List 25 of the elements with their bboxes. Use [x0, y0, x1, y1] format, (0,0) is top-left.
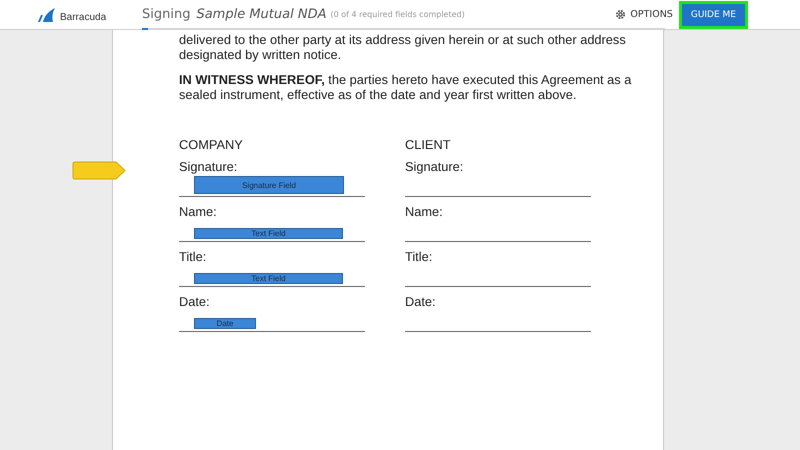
date-field[interactable]: Date	[194, 318, 256, 329]
options-button[interactable]: OPTIONS	[615, 9, 673, 20]
field-label: Signature:	[179, 160, 238, 174]
guide-me-button[interactable]: GUIDE ME	[682, 4, 745, 26]
field-label: Signature:	[405, 160, 464, 174]
document-title: Sample Mutual NDA	[196, 7, 326, 22]
field-label: Date:	[405, 295, 437, 309]
settings-icon	[615, 9, 626, 20]
logo-text: Barracuda	[60, 12, 106, 22]
logo-icon	[37, 6, 57, 22]
field-label: Name:	[179, 205, 218, 219]
text-field[interactable]: Text Field	[194, 273, 343, 284]
field-label: Date:	[179, 295, 211, 309]
paragraph: delivered to the other party at its address given herein or at such other address designated by written notice.	[179, 32, 627, 62]
field-label: Name:	[405, 205, 444, 219]
signature-field[interactable]: Signature Field	[194, 176, 344, 194]
field-label: Title:	[179, 250, 208, 264]
party-heading: CLIENT	[405, 138, 452, 154]
pointer-tag-icon[interactable]	[72, 161, 126, 180]
completion-status: (0 of 4 required fields completed)	[330, 10, 465, 19]
text-field[interactable]: Text Field	[194, 228, 343, 239]
field-label: Title:	[405, 250, 434, 264]
paragraph: IN WITNESS WHEREOF, the parties hereto have executed this Agreement as a sealed instrument, effective as of the date and year first written above.	[179, 72, 632, 102]
page-mode: Signing	[142, 7, 190, 22]
party-heading: COMPANY	[179, 138, 244, 154]
